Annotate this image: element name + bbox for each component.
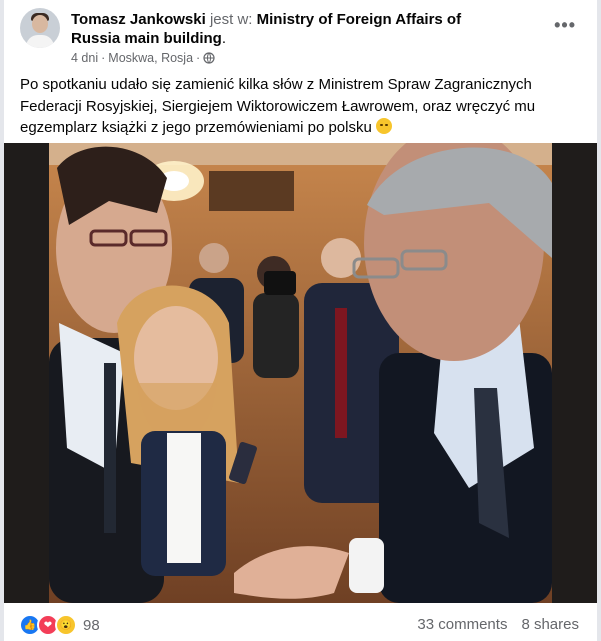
- globe-icon[interactable]: [203, 52, 215, 64]
- post-card: Tomasz Jankowski jest w: Ministry of For…: [4, 0, 597, 641]
- avatar[interactable]: [20, 8, 60, 48]
- post-body: Po spotkaniu udało się zamienić kilka sł…: [20, 76, 536, 136]
- reaction-summary[interactable]: 👍 ❤ 😮 98: [19, 614, 100, 636]
- smiling-face-emoji-icon: [376, 118, 392, 134]
- post-header: Tomasz Jankowski jest w: Ministry of For…: [20, 8, 580, 65]
- avatar-face: [32, 15, 48, 33]
- post-photo[interactable]: [4, 143, 597, 603]
- meta-separator-2: ·: [196, 51, 201, 65]
- lavrov-right: [352, 143, 552, 603]
- reaction-count[interactable]: 98: [83, 617, 100, 634]
- photo-scene: [49, 143, 552, 603]
- place-suffix: .: [221, 30, 227, 47]
- comments-count[interactable]: 33 comments: [417, 616, 507, 633]
- checkin-text: jest w:: [205, 11, 257, 28]
- engagement-stats: 33 comments 8 shares: [417, 616, 579, 633]
- post-location[interactable]: Moskwa, Rosja: [108, 51, 193, 65]
- avatar-shirt: [26, 35, 54, 48]
- more-options-button[interactable]: •••: [554, 15, 576, 36]
- post-text: Po spotkaniu udało się zamienić kilka sł…: [20, 74, 580, 139]
- wall-window: [209, 171, 294, 211]
- post-meta: 4 dni · Moskwa, Rosja ·: [71, 51, 215, 65]
- wow-reaction-icon: 😮: [55, 614, 77, 636]
- post-footer: 👍 ❤ 😮 98 33 comments 8 shares: [4, 606, 597, 641]
- post-time[interactable]: 4 dni: [71, 51, 98, 65]
- post-heading: Tomasz Jankowski jest w: Ministry of For…: [71, 10, 511, 48]
- shares-count[interactable]: 8 shares: [521, 616, 579, 633]
- meta-separator: ·: [101, 51, 106, 65]
- author-name[interactable]: Tomasz Jankowski: [71, 11, 206, 28]
